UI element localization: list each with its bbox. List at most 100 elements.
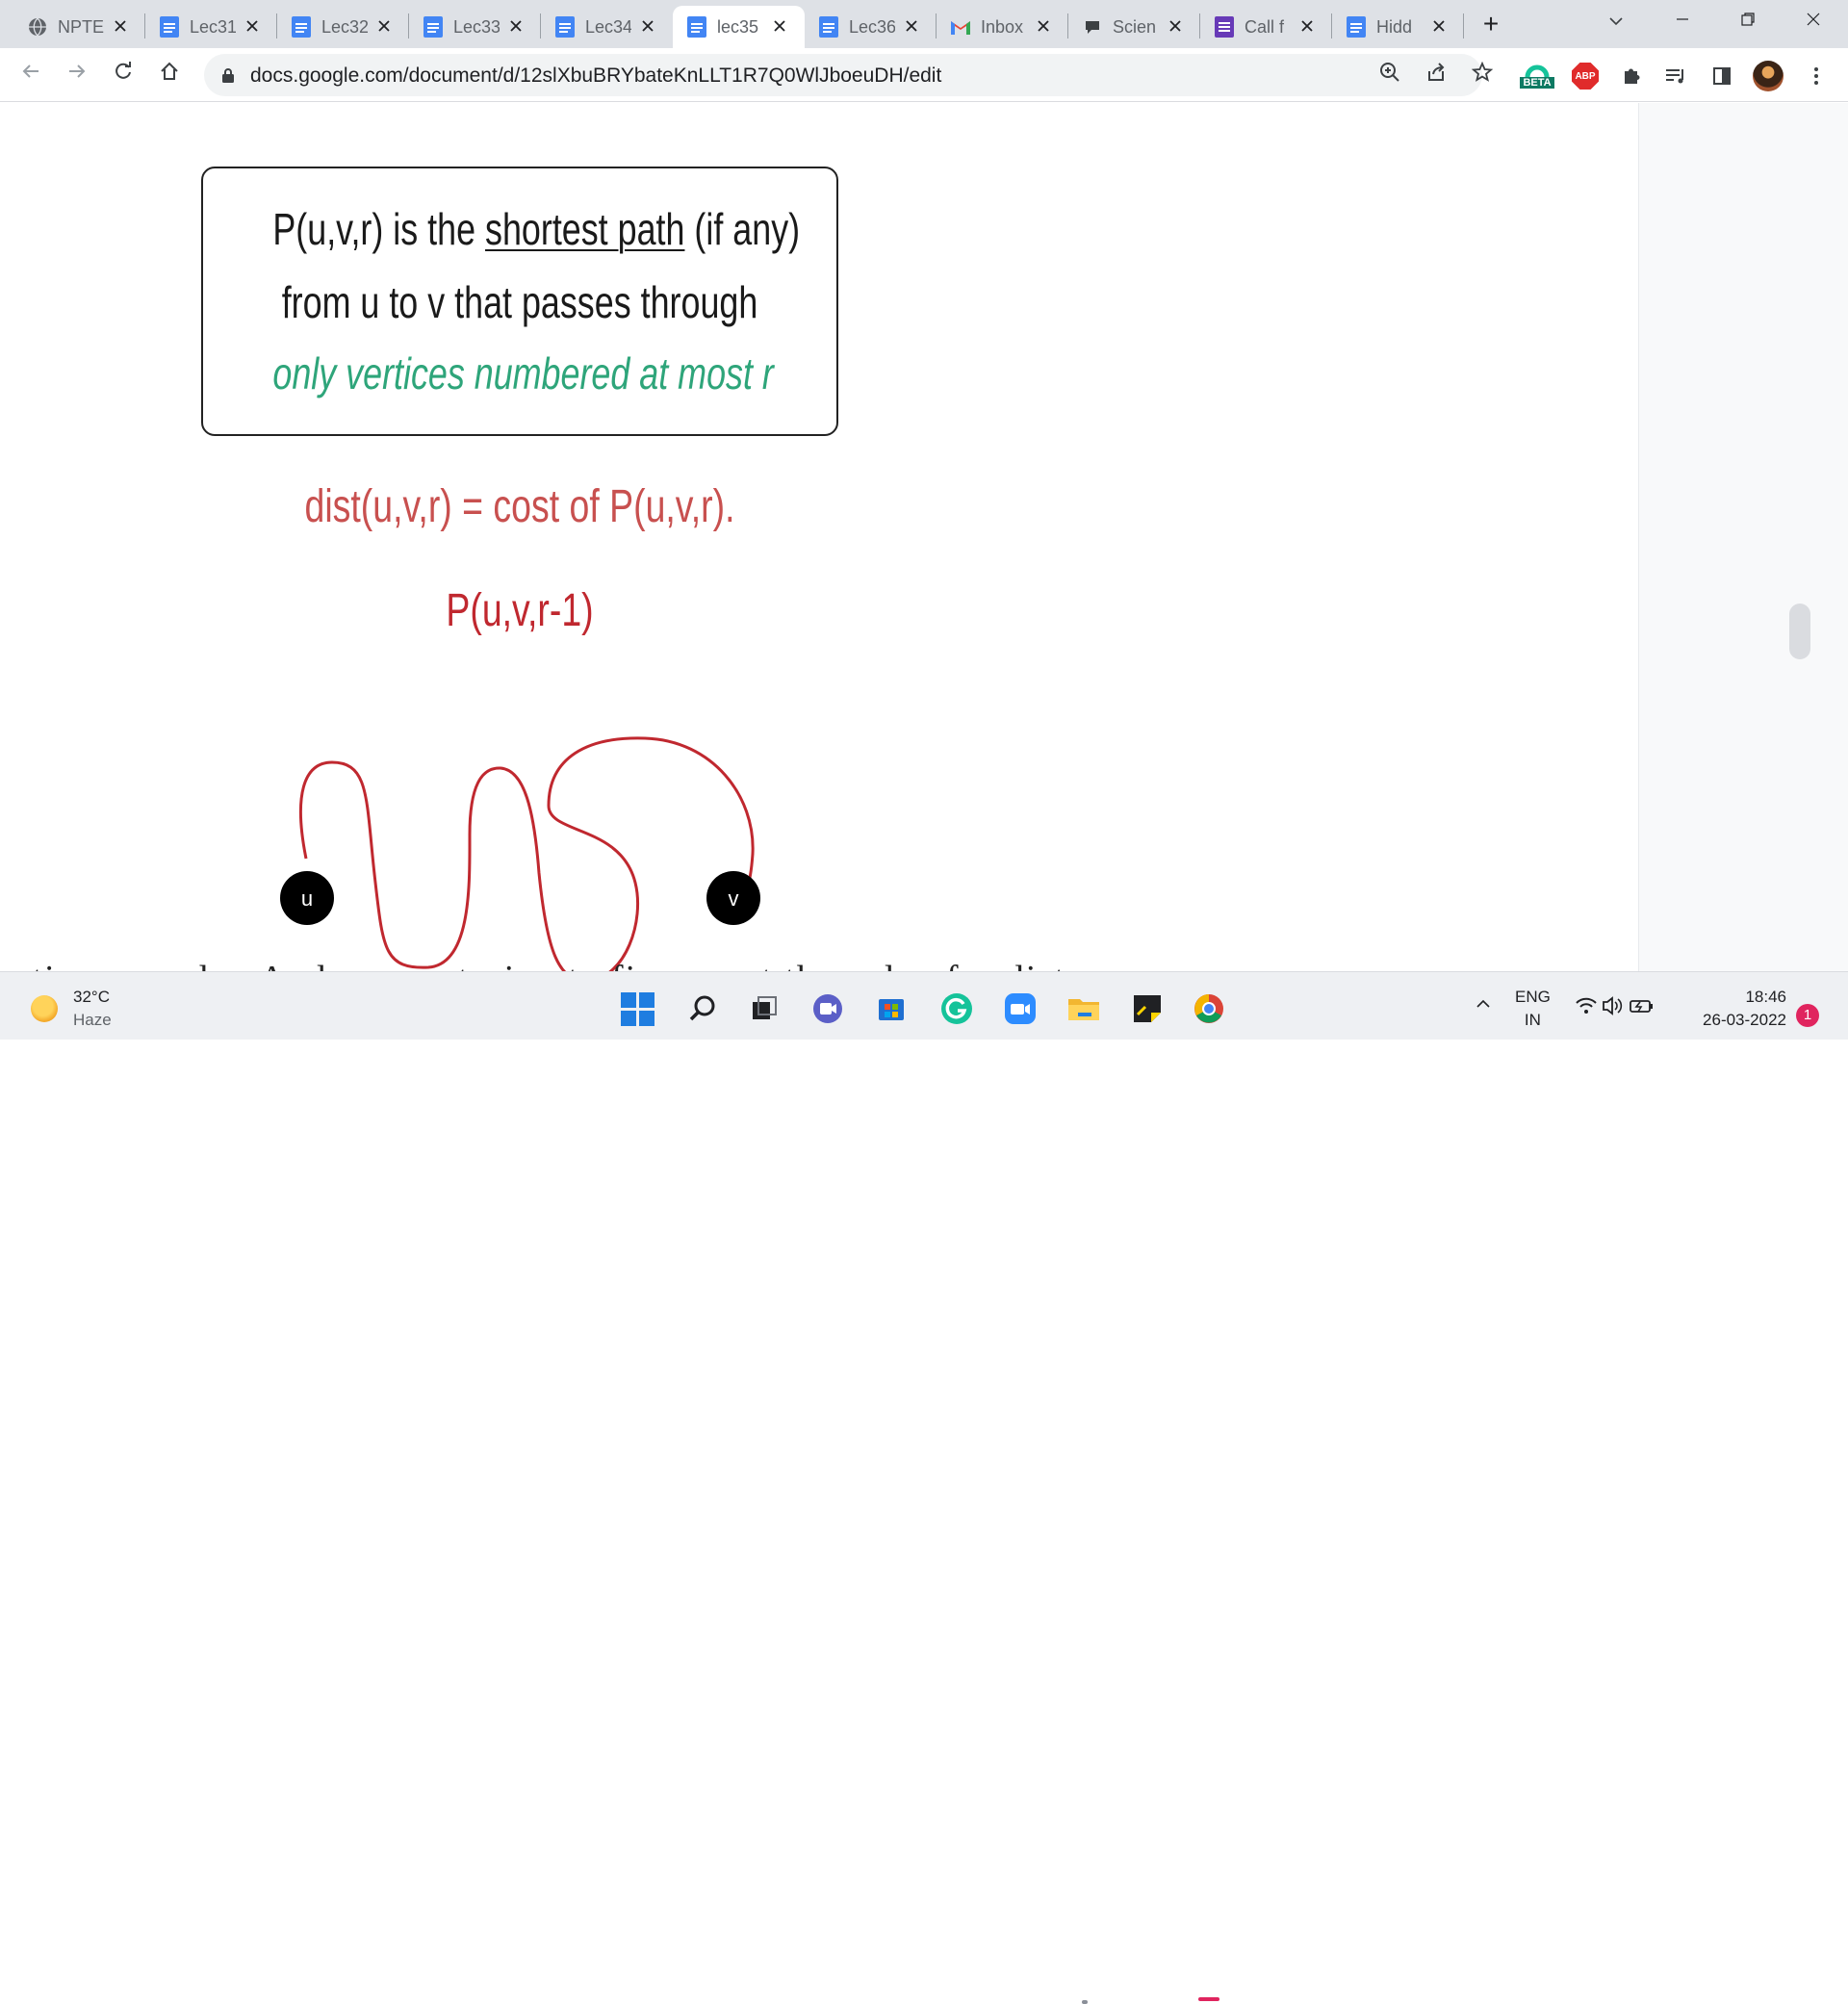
restore-icon xyxy=(1741,13,1755,26)
file-explorer-button[interactable] xyxy=(1066,991,1101,1026)
docs-icon xyxy=(291,16,312,38)
tab-close-icon[interactable] xyxy=(771,17,788,38)
arrow-left-icon xyxy=(22,64,38,78)
chrome-icon xyxy=(1194,994,1223,1023)
tab-title: Lec33 xyxy=(453,16,500,37)
address-bar[interactable]: docs.google.com/document/d/12slXbuBRYbat… xyxy=(204,54,1494,96)
active-app-indicator xyxy=(1198,1997,1219,2001)
wifi-icon xyxy=(1576,997,1597,1014)
weather-temperature: 32°C xyxy=(73,988,110,1006)
tab-search-button[interactable] xyxy=(1602,10,1630,39)
tab-hidd[interactable]: Hidd xyxy=(1332,6,1464,48)
tab-close-icon[interactable] xyxy=(112,17,129,38)
tab-lec36[interactable]: Lec36 xyxy=(805,6,937,48)
minimize-button[interactable] xyxy=(1652,0,1713,42)
profile-avatar[interactable] xyxy=(1752,60,1784,92)
tab-title: Call f xyxy=(1245,16,1285,37)
definition-line-1: P(u,v,r) is the shortest path (if any) xyxy=(272,203,800,255)
grammarly-extension[interactable]: BETA xyxy=(1520,60,1554,92)
puzzle-icon xyxy=(1625,68,1640,84)
node-v-label: v xyxy=(729,886,739,911)
reading-list-button[interactable] xyxy=(1659,60,1692,92)
tab-lec34[interactable]: Lec34 xyxy=(541,6,673,48)
share-icon xyxy=(1428,63,1445,81)
tab-close-icon[interactable] xyxy=(244,17,261,38)
tab-title: Lec32 xyxy=(321,16,368,37)
scrollbar-thumb[interactable] xyxy=(1789,604,1810,659)
restore-button[interactable] xyxy=(1717,0,1779,42)
tab-call-f[interactable]: Call f xyxy=(1200,6,1332,48)
tab-close-icon[interactable] xyxy=(375,17,393,38)
sticky-notes-button[interactable] xyxy=(1130,991,1165,1026)
tab-close-icon[interactable] xyxy=(507,17,525,38)
clock[interactable]: 18:46 26-03-2022 xyxy=(1686,988,1786,1030)
playlist-icon xyxy=(1666,69,1683,84)
folder-icon xyxy=(1068,999,1099,1020)
store-icon xyxy=(879,999,904,1020)
tab-npte[interactable]: NPTE xyxy=(13,6,145,48)
tab-close-icon[interactable] xyxy=(1298,17,1316,38)
notification-badge[interactable]: 1 xyxy=(1796,1004,1819,1027)
extensions-button[interactable] xyxy=(1615,60,1648,92)
lock-icon[interactable] xyxy=(221,67,235,83)
tab-title: Lec36 xyxy=(849,16,895,37)
tab-close-icon[interactable] xyxy=(1035,17,1052,38)
tab-lec33[interactable]: Lec33 xyxy=(409,6,541,48)
docs-icon xyxy=(818,16,839,38)
url-text[interactable]: docs.google.com/document/d/12slXbuBRYbat… xyxy=(250,64,941,88)
task-view-button[interactable] xyxy=(747,991,782,1026)
clock-date: 26-03-2022 xyxy=(1703,1011,1786,1029)
document-canvas[interactable]: P(u,v,r) is the shortest path (if any) f… xyxy=(0,103,1638,971)
side-panel-button[interactable] xyxy=(1706,60,1738,92)
home-icon xyxy=(161,62,178,80)
tab-close-icon[interactable] xyxy=(903,17,920,38)
adblock-extension[interactable]: ABP xyxy=(1569,60,1602,92)
tab-lec35[interactable]: lec35 xyxy=(673,6,805,48)
path-diagram: u v xyxy=(280,736,760,971)
show-hidden-icons-button[interactable] xyxy=(1475,995,1492,1017)
path-curve xyxy=(299,736,755,971)
tab-title: Hidd xyxy=(1376,16,1413,37)
tab-strip: NPTE Lec31 Lec32 Lec33 Lec34 lec35 Lec36 Inbox S… xyxy=(0,0,1848,48)
forward-button[interactable] xyxy=(62,60,92,90)
tab-close-icon[interactable] xyxy=(639,17,656,38)
definition-line-2: from u to v that passes through xyxy=(281,277,758,327)
browser-menu-button[interactable] xyxy=(1800,60,1833,92)
definition-underlined-text: shortest path xyxy=(485,204,685,254)
teams-chat-button[interactable] xyxy=(810,991,845,1026)
quick-settings-button[interactable] xyxy=(1575,993,1657,1023)
language-indicator[interactable]: ENG IN xyxy=(1515,988,1551,1030)
video-camera-icon xyxy=(1005,993,1036,1024)
minimize-icon xyxy=(1677,18,1688,20)
tab-close-icon[interactable] xyxy=(1430,17,1448,38)
zoom-app-button[interactable] xyxy=(1003,991,1038,1026)
chevron-up-icon xyxy=(1476,999,1490,1008)
tab-lec31[interactable]: Lec31 xyxy=(145,6,277,48)
reload-button[interactable] xyxy=(108,60,139,90)
node-u-label: u xyxy=(301,886,313,911)
home-button[interactable] xyxy=(154,60,185,90)
search-button[interactable] xyxy=(685,991,720,1026)
definition-box: P(u,v,r) is the shortest path (if any) f… xyxy=(201,167,838,436)
grammarly-app-button[interactable] xyxy=(939,991,974,1026)
reload-icon xyxy=(116,62,131,79)
clock-time: 18:46 xyxy=(1745,988,1786,1006)
chrome-button[interactable] xyxy=(1192,991,1226,1026)
bookmark-button[interactable] xyxy=(1469,61,1496,89)
zoom-button[interactable] xyxy=(1376,62,1403,89)
definition-text: P(u,v,r) is the xyxy=(272,204,486,254)
tab-scien[interactable]: Scien xyxy=(1068,6,1200,48)
share-button[interactable] xyxy=(1423,62,1450,89)
tab-inbox[interactable]: Inbox xyxy=(937,6,1068,48)
tab-lec32[interactable]: Lec32 xyxy=(277,6,409,48)
system-tray-icons xyxy=(1576,996,1653,1015)
new-tab-button[interactable]: + xyxy=(1475,8,1507,40)
start-button[interactable] xyxy=(620,991,654,1026)
windows-icon xyxy=(620,991,654,1026)
sun-haze-icon xyxy=(31,995,58,1022)
back-button[interactable] xyxy=(15,60,46,90)
microsoft-store-button[interactable] xyxy=(874,991,909,1026)
partial-text-line: ertices u and v. And we are trying to fi… xyxy=(0,952,1638,971)
tab-close-icon[interactable] xyxy=(1167,17,1184,38)
close-window-button[interactable] xyxy=(1783,0,1844,42)
